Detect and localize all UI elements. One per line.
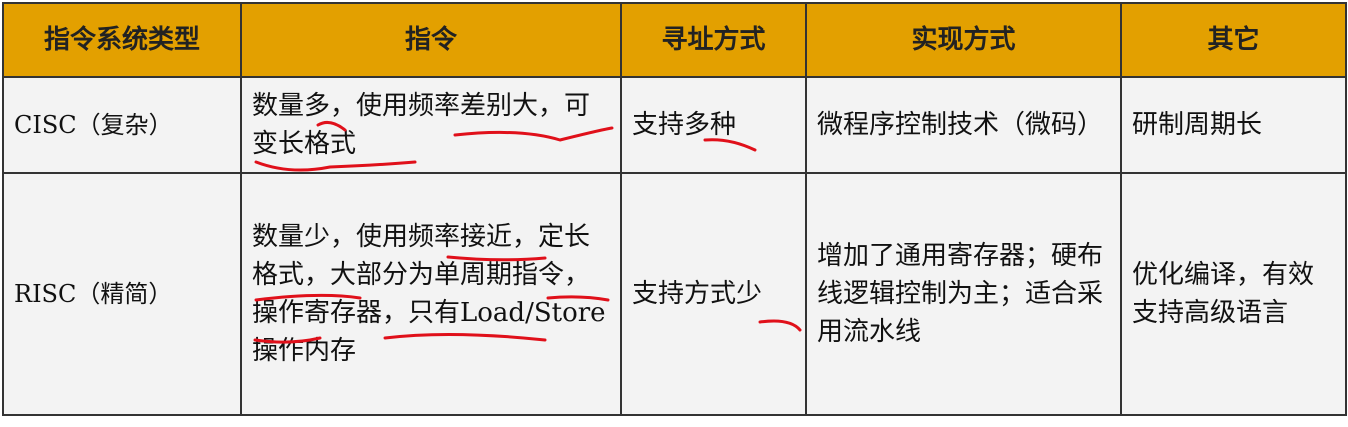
cell-implementation: 微程序控制技术（微码） [805, 76, 1122, 174]
comparison-table: 指令系统类型 指令 寻址方式 实现方式 其它 CISC（复杂） 数量多，使用频率… [2, 2, 1347, 416]
cell-type: RISC（精简） [2, 172, 242, 416]
header-implementation: 实现方式 [805, 2, 1122, 78]
header-other: 其它 [1120, 2, 1347, 78]
table-row-risc: RISC（精简） 数量少，使用频率接近，定长格式，大部分为单周期指令，操作寄存器… [2, 172, 1347, 416]
header-type: 指令系统类型 [2, 2, 242, 78]
cell-implementation: 增加了通用寄存器；硬布线逻辑控制为主；适合采用流水线 [805, 172, 1122, 416]
cell-other: 研制周期长 [1120, 76, 1347, 174]
cell-addressing: 支持多种 [620, 76, 807, 174]
cell-instruction: 数量少，使用频率接近，定长格式，大部分为单周期指令，操作寄存器，只有Load/S… [240, 172, 622, 416]
header-instruction: 指令 [240, 2, 622, 78]
cell-instruction: 数量多，使用频率差别大，可变长格式 [240, 76, 622, 174]
cell-addressing: 支持方式少 [620, 172, 807, 416]
cell-type: CISC（复杂） [2, 76, 242, 174]
header-row: 指令系统类型 指令 寻址方式 实现方式 其它 [2, 2, 1347, 78]
table-row-cisc: CISC（复杂） 数量多，使用频率差别大，可变长格式 支持多种 微程序控制技术（… [2, 76, 1347, 174]
header-addressing: 寻址方式 [620, 2, 807, 78]
cell-other: 优化编译，有效支持高级语言 [1120, 172, 1347, 416]
